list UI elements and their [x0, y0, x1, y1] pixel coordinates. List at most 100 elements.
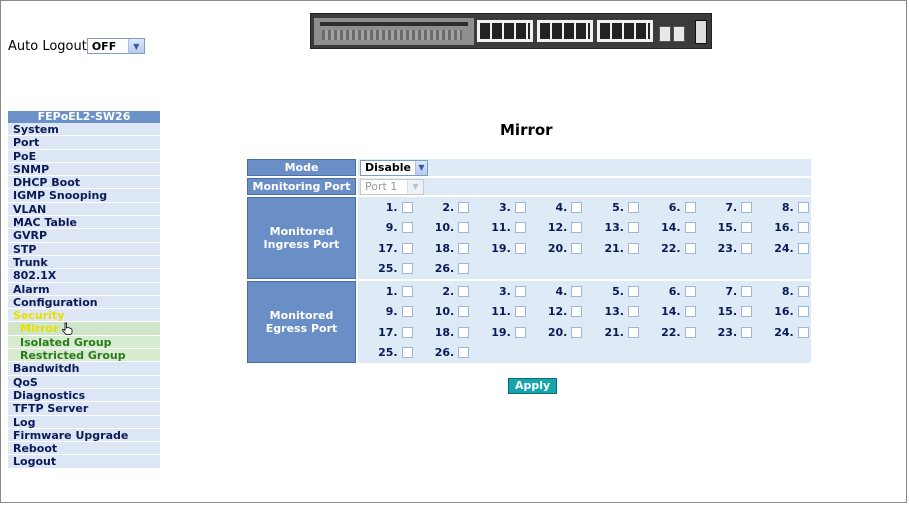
sidebar-item-vlan[interactable]: VLAN [8, 202, 160, 217]
sidebar-item-system[interactable]: System [8, 123, 160, 137]
sidebar-item-igmp-snooping[interactable]: IGMP Snooping [8, 189, 160, 203]
ingress-port-checkbox[interactable] [627, 201, 639, 213]
sidebar-item-log[interactable]: Log [8, 415, 160, 429]
egress-port-checkbox[interactable] [741, 285, 753, 297]
sidebar-item-diagnostics[interactable]: Diagnostics [8, 388, 160, 403]
sidebar-item-bandwitdh[interactable]: Bandwitdh [8, 362, 160, 376]
egress-port-checkbox[interactable] [458, 285, 470, 297]
sidebar-item-mirror[interactable]: Mirror [8, 322, 160, 336]
sidebar-item-label: GVRP [13, 229, 48, 243]
egress-port-checkbox[interactable] [741, 326, 753, 338]
egress-port-checkbox[interactable] [571, 326, 583, 338]
sidebar-item-restricted-group[interactable]: Restricted Group [8, 349, 160, 363]
egress-port-checkbox[interactable] [797, 285, 809, 297]
sidebar-item-gvrp[interactable]: GVRP [8, 229, 160, 243]
egress-port-checkbox[interactable] [401, 347, 413, 359]
egress-port-19: 19. [471, 322, 528, 343]
egress-port-checkbox[interactable] [684, 285, 696, 297]
sidebar-item-qos[interactable]: QoS [8, 375, 160, 389]
egress-port-checkbox[interactable] [627, 285, 639, 297]
auto-logout-select[interactable]: OFF ▼ [86, 38, 145, 54]
egress-port-checkbox[interactable] [401, 326, 413, 338]
egress-port-checkbox[interactable] [458, 306, 470, 318]
egress-port-checkbox[interactable] [627, 306, 639, 318]
sidebar-item-label: Port [13, 136, 40, 150]
egress-port-checkbox[interactable] [741, 306, 753, 318]
sidebar-item-logout[interactable]: Logout [8, 455, 160, 469]
sidebar-item-isolated-group[interactable]: Isolated Group [8, 335, 160, 350]
port-number-label: 18. [434, 241, 455, 255]
sidebar-item-mac-table[interactable]: MAC Table [8, 216, 160, 230]
egress-port-checkbox[interactable] [401, 285, 413, 297]
mode-select[interactable]: Disable ▼ [360, 159, 428, 176]
ingress-port-checkbox[interactable] [684, 222, 696, 234]
egress-port-checkbox[interactable] [797, 326, 809, 338]
chevron-down-icon: ▼ [127, 39, 144, 53]
ingress-port-checkbox[interactable] [741, 201, 753, 213]
apply-button[interactable]: Apply [508, 378, 558, 394]
sidebar-item-snmp[interactable]: SNMP [8, 162, 160, 177]
egress-port-checkbox[interactable] [571, 285, 583, 297]
sidebar-item-port[interactable]: Port [8, 136, 160, 150]
sidebar-item-poe[interactable]: PoE [8, 149, 160, 163]
sidebar-item-firmware-upgrade[interactable]: Firmware Upgrade [8, 428, 160, 443]
ingress-port-checkbox[interactable] [401, 222, 413, 234]
egress-port-checkbox[interactable] [514, 326, 526, 338]
ingress-port-checkbox[interactable] [458, 263, 470, 275]
ingress-port-checkbox[interactable] [627, 222, 639, 234]
egress-port-checkbox[interactable] [571, 306, 583, 318]
egress-port-checkbox[interactable] [627, 326, 639, 338]
ingress-port-checkbox[interactable] [458, 242, 470, 254]
ingress-port-checkbox[interactable] [684, 242, 696, 254]
port-number-label: 10. [434, 305, 455, 319]
egress-port-17: 17. [358, 322, 415, 343]
egress-port-checkbox[interactable] [684, 306, 696, 318]
device-label-panel [314, 18, 474, 45]
egress-port-checkbox[interactable] [514, 285, 526, 297]
ingress-port-checkbox[interactable] [571, 242, 583, 254]
sidebar-item-configuration[interactable]: Configuration [8, 295, 160, 310]
ingress-port-checkbox[interactable] [514, 201, 526, 213]
ingress-port-checkbox[interactable] [741, 222, 753, 234]
sidebar-item-security[interactable]: Security [8, 309, 160, 323]
sidebar-item-label: TFTP Server [13, 402, 89, 416]
egress-port-checkbox[interactable] [458, 326, 470, 338]
ingress-port-checkbox[interactable] [741, 242, 753, 254]
sidebar-item-stp[interactable]: STP [8, 242, 160, 256]
chevron-down-icon: ▼ [407, 179, 423, 194]
ingress-port-checkbox[interactable] [458, 201, 470, 213]
sidebar-item-trunk[interactable]: Trunk [8, 255, 160, 270]
sidebar-item-dhcp-boot[interactable]: DHCP Boot [8, 176, 160, 190]
ingress-port-checkbox[interactable] [797, 242, 809, 254]
egress-port-21: 21. [584, 322, 641, 343]
ingress-port-checkbox[interactable] [797, 201, 809, 213]
page-title: Mirror [500, 121, 553, 139]
monitoring-port-select[interactable]: Port 1 ▼ [360, 178, 424, 195]
port-number-label: 15. [717, 305, 738, 319]
ingress-port-checkbox[interactable] [514, 222, 526, 234]
egress-port-checkbox[interactable] [401, 306, 413, 318]
sidebar-item-alarm[interactable]: Alarm [8, 282, 160, 296]
egress-port-checkbox[interactable] [458, 347, 470, 359]
sidebar-item-reboot[interactable]: Reboot [8, 442, 160, 456]
egress-port-checkbox[interactable] [797, 306, 809, 318]
egress-port-5: 5. [584, 281, 641, 302]
sidebar-item-802-1x[interactable]: 802.1X [8, 269, 160, 283]
ingress-port-checkbox[interactable] [514, 242, 526, 254]
egress-port-20: 20. [528, 322, 585, 343]
ingress-port-checkbox[interactable] [571, 201, 583, 213]
ingress-port-checkbox[interactable] [401, 263, 413, 275]
port-number-label: 11. [491, 221, 511, 235]
ingress-port-checkbox[interactable] [797, 222, 809, 234]
ingress-port-17: 17. [358, 238, 415, 259]
ingress-port-checkbox[interactable] [627, 242, 639, 254]
sidebar-item-tftp-server[interactable]: TFTP Server [8, 402, 160, 416]
ingress-port-checkbox[interactable] [571, 222, 583, 234]
uplink-port-2 [673, 26, 685, 42]
ingress-port-checkbox[interactable] [458, 222, 470, 234]
egress-port-checkbox[interactable] [514, 306, 526, 318]
ingress-port-checkbox[interactable] [401, 201, 413, 213]
egress-port-checkbox[interactable] [684, 326, 696, 338]
ingress-port-checkbox[interactable] [401, 242, 413, 254]
ingress-port-checkbox[interactable] [684, 201, 696, 213]
